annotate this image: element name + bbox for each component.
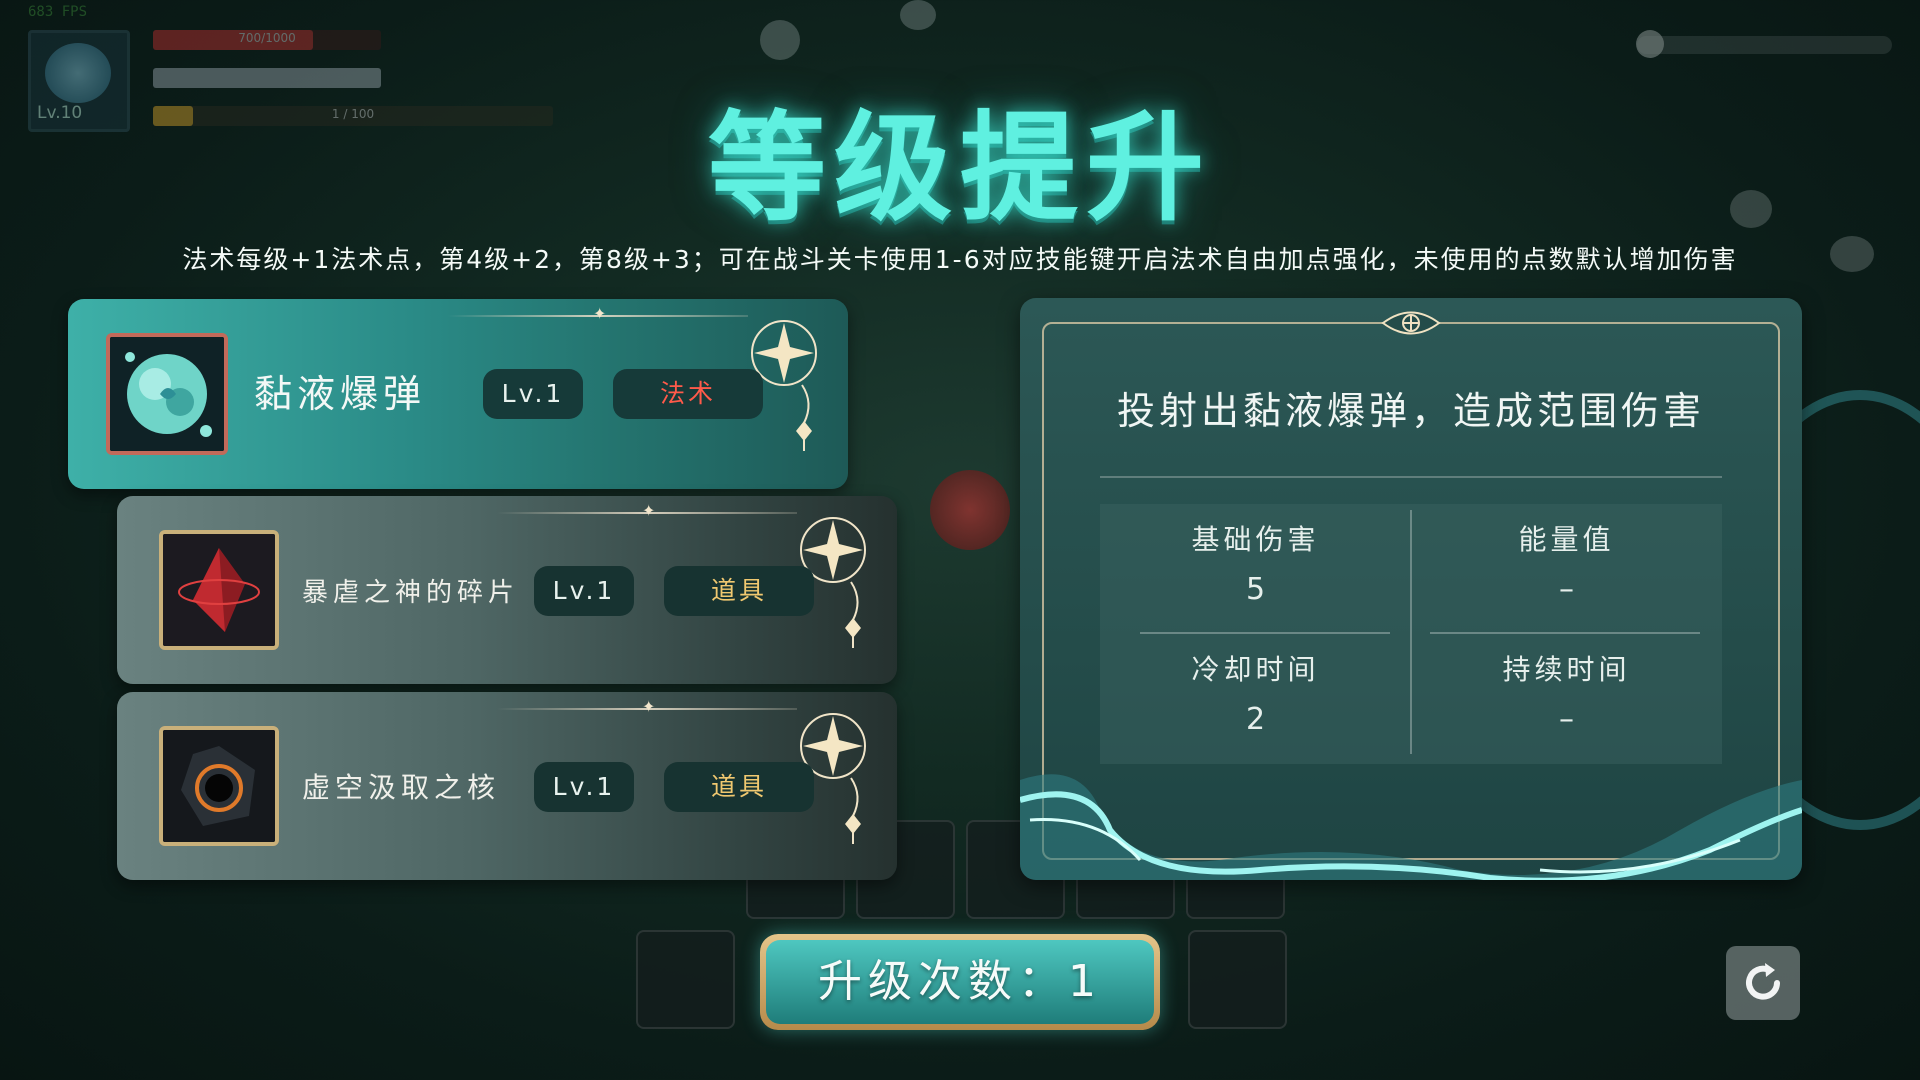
skill-card-void-core[interactable]: ✦ 虚空汲取之核 Lv.1 道具 <box>117 692 897 880</box>
skill-detail-description: 投射出黏液爆弹，造成范围伤害 <box>1116 389 1705 433</box>
stat-value: – <box>1559 572 1574 607</box>
skill-level-badge: Lv.1 <box>534 762 634 812</box>
stat-base-damage: 基础伤害 5 <box>1100 504 1411 634</box>
upgrade-count-text: 升级次数：1 <box>766 940 1154 1024</box>
stat-label: 持续时间 <box>1502 653 1631 686</box>
skill-card-slime-bomb[interactable]: ✦ 黏液爆弹 Lv.1 法术 <box>68 299 848 489</box>
health-text: 700/1000 <box>238 31 296 45</box>
skill-type-badge: 道具 <box>664 566 814 616</box>
skill-card-crimson-shard[interactable]: ✦ 暴虐之神的碎片 Lv.1 道具 <box>117 496 897 684</box>
page-title: 等级提升 <box>707 99 1212 237</box>
level-up-description: 法术每级+1法术点，第4级+2，第8级+3；可在战斗关卡使用1-6对应技能键开启… <box>182 245 1738 274</box>
diamond-ornament-icon: ✦ <box>642 501 656 520</box>
skill-level-badge: Lv.1 <box>483 369 583 419</box>
skill-name: 虚空汲取之核 <box>302 771 501 804</box>
wave-progress-bar <box>1637 36 1892 54</box>
stat-value: 5 <box>1245 572 1266 607</box>
skill-type-badge: 法术 <box>613 369 763 419</box>
stat-energy: 能量值 – <box>1411 504 1722 634</box>
divider <box>1100 476 1722 478</box>
skill-type-badge: 道具 <box>664 762 814 812</box>
diamond-ornament-icon: ✦ <box>642 697 656 716</box>
eye-ornament-icon <box>1381 311 1441 335</box>
skill-detail-panel: 投射出黏液爆弹，造成范围伤害 基础伤害 5 能量值 – 冷却时间 2 持续时间 … <box>1020 298 1802 880</box>
slime-bomb-icon <box>106 333 228 455</box>
upgrade-count-banner: 升级次数：1 <box>760 934 1160 1030</box>
void-core-icon <box>159 726 279 846</box>
stat-label: 基础伤害 <box>1191 523 1320 556</box>
skill-level-badge: Lv.1 <box>534 566 634 616</box>
crimson-shard-icon <box>159 530 279 650</box>
skill-name: 暴虐之神的碎片 <box>302 578 520 608</box>
refresh-icon <box>1746 963 1780 1000</box>
health-bar: 700/1000 <box>153 30 381 50</box>
refresh-button[interactable] <box>1726 946 1800 1020</box>
fps-counter: 683 FPS <box>28 4 88 20</box>
skill-name: 黏液爆弹 <box>254 372 427 416</box>
stat-label: 能量值 <box>1518 523 1615 556</box>
slime-wave-decoration <box>1020 774 1802 880</box>
stat-label: 冷却时间 <box>1191 653 1320 686</box>
diamond-ornament-icon: ✦ <box>593 304 607 323</box>
